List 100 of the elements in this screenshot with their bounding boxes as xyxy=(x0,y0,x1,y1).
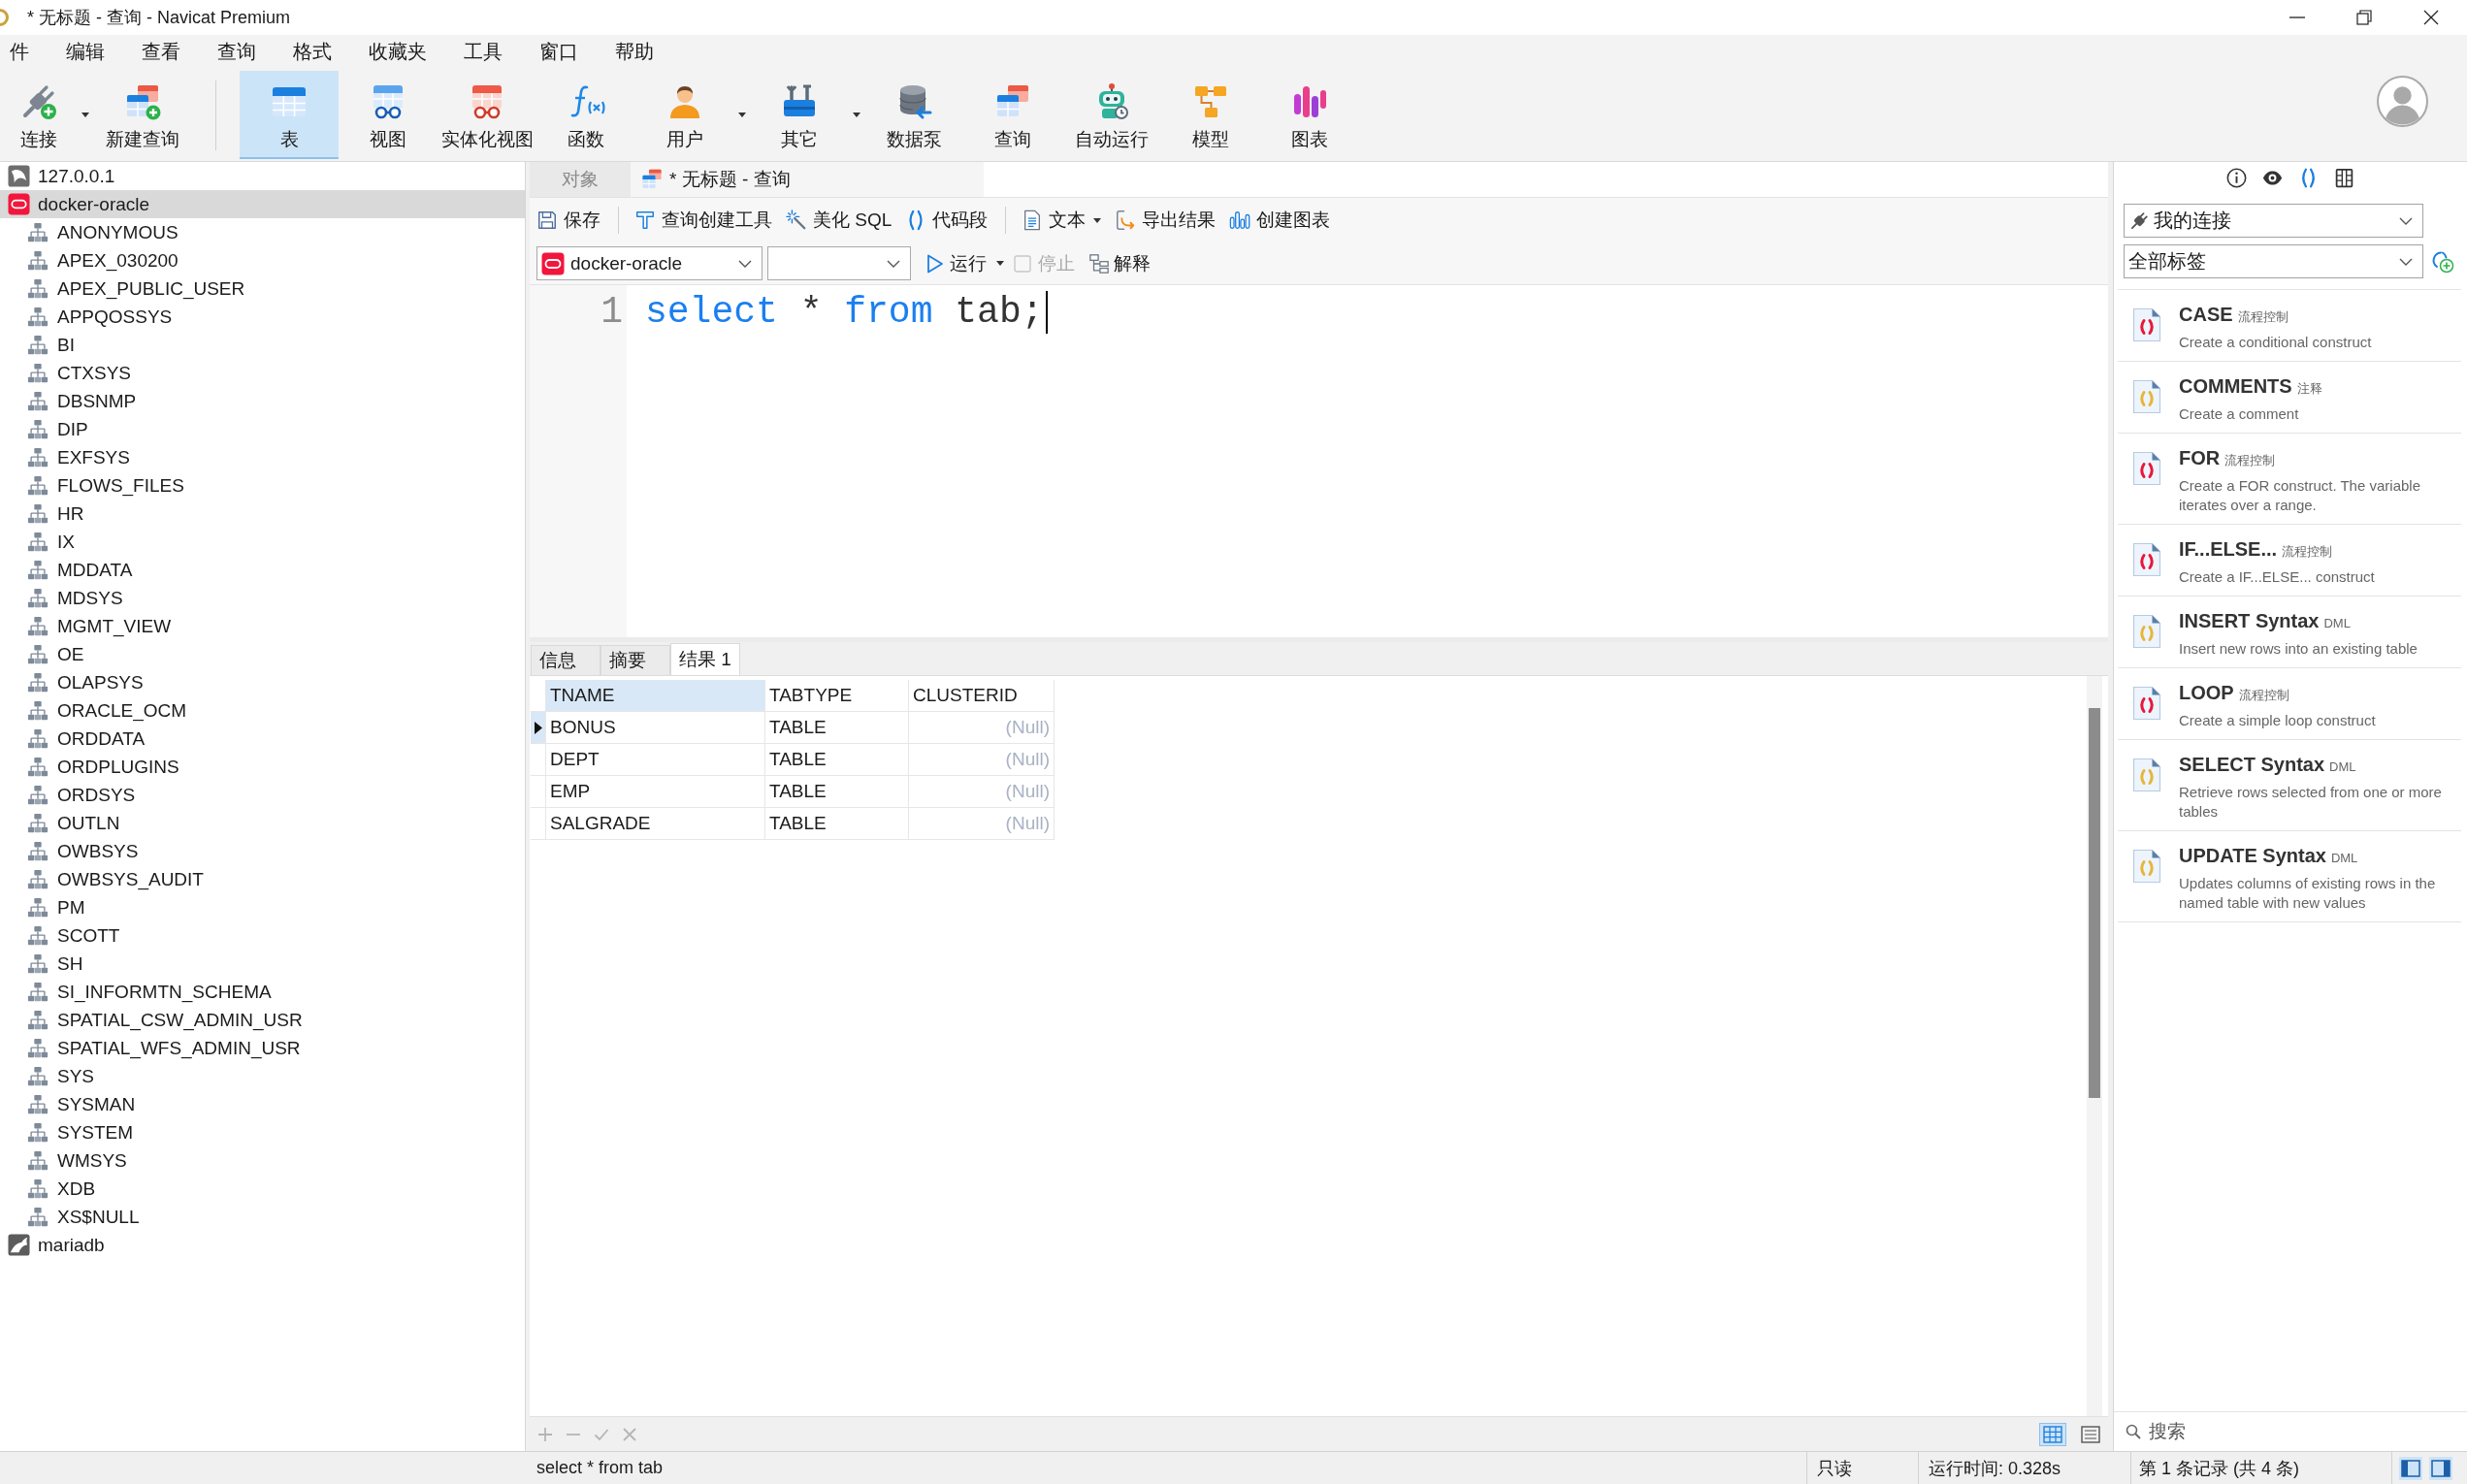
tree-item[interactable]: ORDDATA xyxy=(0,725,155,753)
tree-item[interactable]: SYSMAN xyxy=(0,1090,146,1118)
snippet-title[interactable]: COMMENTS xyxy=(2179,373,2292,399)
toolbar-button[interactable]: 表 xyxy=(240,71,339,159)
tree-item[interactable]: APEX_030200 xyxy=(0,246,188,274)
toolbar-button[interactable]: 用户 xyxy=(635,71,734,159)
tree-item[interactable]: SI_INFORMTN_SCHEMA xyxy=(0,978,281,1006)
connection-dropdown[interactable]: docker-oracle xyxy=(536,246,763,280)
editor-tab[interactable]: * 无标题 - 查询 xyxy=(631,162,984,197)
run-button[interactable]: 运行 xyxy=(926,250,987,276)
menu-item[interactable]: 查询 xyxy=(217,39,256,65)
menu-item[interactable]: 收藏夹 xyxy=(369,39,427,65)
toolbar-button[interactable]: 创建图表 xyxy=(1229,208,1331,233)
tree-item[interactable]: SYS xyxy=(0,1062,105,1090)
tree-item[interactable]: OUTLN xyxy=(0,809,130,837)
menu-item[interactable]: 帮助 xyxy=(615,39,654,65)
schema-dropdown[interactable] xyxy=(767,246,911,280)
tree-item[interactable]: DBSNMP xyxy=(0,387,146,415)
result-tab[interactable]: 结果 1 xyxy=(670,643,740,675)
toolbar-button[interactable]: 新建查询 xyxy=(93,71,192,159)
toolbar-button[interactable]: 查询创建工具 xyxy=(634,208,772,233)
snippet-title[interactable]: FOR xyxy=(2179,445,2221,470)
toolbar-button[interactable]: 实体化视图 xyxy=(438,71,536,159)
connection-filter-dropdown[interactable]: 我的连接 xyxy=(2124,204,2423,238)
tree-item[interactable]: XDB xyxy=(0,1175,106,1203)
tree-item[interactable]: mariadb xyxy=(0,1231,114,1259)
toolbar-button[interactable]: 美化 SQL xyxy=(786,208,893,233)
tree-item[interactable]: BI xyxy=(0,331,84,359)
panel-left-icon[interactable] xyxy=(2399,1456,2422,1480)
snippet-title[interactable]: SELECT Syntax xyxy=(2179,752,2325,777)
tree-item[interactable]: SCOTT xyxy=(0,921,130,950)
toolbar-button[interactable]: 代码段 xyxy=(905,208,989,233)
close-icon[interactable] xyxy=(2423,10,2439,25)
explain-button[interactable]: 解释 xyxy=(1088,250,1151,276)
tree-item[interactable]: ANONYMOUS xyxy=(0,218,188,246)
snippet-title[interactable]: INSERT Syntax xyxy=(2179,608,2320,633)
column-header[interactable]: CLUSTERID xyxy=(909,680,1055,712)
tree-item[interactable]: OWBSYS_AUDIT xyxy=(0,865,213,893)
tree-item[interactable]: IX xyxy=(0,528,84,556)
tree-item[interactable]: ORDPLUGINS xyxy=(0,753,189,781)
tree-item[interactable]: ORDSYS xyxy=(0,781,146,809)
snippet-title[interactable]: IF...ELSE... xyxy=(2179,536,2278,562)
row-indicator[interactable] xyxy=(531,712,546,744)
toolbar-button[interactable]: 自动运行 xyxy=(1062,71,1161,159)
tree-item[interactable]: WMSYS xyxy=(0,1146,137,1175)
columns-icon[interactable] xyxy=(2334,167,2354,188)
user-avatar[interactable] xyxy=(2377,76,2428,127)
tree-item[interactable]: OE xyxy=(0,640,94,668)
info-icon[interactable] xyxy=(2226,167,2247,188)
menu-item[interactable]: 查看 xyxy=(142,39,180,65)
tree-item[interactable]: SYSTEM xyxy=(0,1118,144,1146)
tree-item[interactable]: MDSYS xyxy=(0,584,133,612)
toolbar-button[interactable]: 保存 xyxy=(536,208,601,233)
caret-icon[interactable] xyxy=(81,113,89,117)
tree-item[interactable]: APPQOSSYS xyxy=(0,303,182,331)
tree-item[interactable]: SPATIAL_WFS_ADMIN_USR xyxy=(0,1034,310,1062)
tree-item[interactable]: SH xyxy=(0,950,93,978)
sql-editor[interactable]: 1 select * from tab; xyxy=(530,284,2108,637)
tree-item[interactable]: OLAPSYS xyxy=(0,668,153,696)
tree-item[interactable]: EXFSYS xyxy=(0,443,140,471)
column-header[interactable]: TABTYPE xyxy=(765,680,909,712)
toolbar-button[interactable]: 函数 xyxy=(536,71,635,159)
tree-item[interactable]: PM xyxy=(0,893,95,921)
tree-item[interactable]: FLOWS_FILES xyxy=(0,471,194,500)
snippet-title[interactable]: CASE xyxy=(2179,302,2233,327)
tree-item[interactable]: SPATIAL_CSW_ADMIN_USR xyxy=(0,1006,312,1034)
tag-filter-dropdown[interactable]: 全部标签 xyxy=(2124,244,2423,278)
toolbar-button[interactable]: 图表 xyxy=(1260,71,1359,159)
menu-item[interactable]: 格式 xyxy=(293,39,332,65)
form-view-icon[interactable] xyxy=(2078,1423,2103,1445)
tree-item[interactable]: OWBSYS xyxy=(0,837,148,865)
tree-item[interactable]: DIP xyxy=(0,415,98,443)
toolbar-button[interactable]: 连接 xyxy=(0,71,78,159)
menu-item[interactable]: 窗口 xyxy=(539,39,578,65)
column-header[interactable]: TNAME xyxy=(546,680,765,712)
tree-item[interactable]: MGMT_VIEW xyxy=(0,612,181,640)
snippet-title[interactable]: UPDATE Syntax xyxy=(2179,843,2326,868)
toolbar-button[interactable]: 导出结果 xyxy=(1115,208,1217,233)
caret-icon[interactable] xyxy=(853,113,860,117)
toolbar-button[interactable]: 模型 xyxy=(1161,71,1260,159)
tree-item[interactable]: docker-oracle xyxy=(0,190,525,218)
menu-item[interactable]: 编辑 xyxy=(66,39,105,65)
panel-right-icon[interactable] xyxy=(2429,1456,2452,1480)
grid-view-icon[interactable] xyxy=(2040,1423,2065,1445)
toolbar-button[interactable]: 其它 xyxy=(750,71,849,159)
scrollbar-thumb[interactable] xyxy=(2089,708,2100,1098)
menu-item[interactable]: 工具 xyxy=(464,39,503,65)
tree-item[interactable]: APEX_PUBLIC_USER xyxy=(0,274,255,303)
menu-item[interactable]: 件 xyxy=(10,39,29,65)
result-tab[interactable]: 摘要 xyxy=(601,645,670,675)
toolbar-button[interactable]: 数据泵 xyxy=(864,71,963,159)
tree-item[interactable]: XS$NULL xyxy=(0,1203,149,1231)
tree-item[interactable]: ORACLE_OCM xyxy=(0,696,197,725)
caret-icon[interactable] xyxy=(738,113,746,117)
toolbar-button[interactable]: 查询 xyxy=(963,71,1062,159)
tree-item[interactable]: HR xyxy=(0,500,94,528)
caret-icon[interactable] xyxy=(996,261,1004,266)
result-tab[interactable]: 信息 xyxy=(531,645,601,675)
tree-item[interactable]: CTXSYS xyxy=(0,359,142,387)
tree-item[interactable]: 127.0.0.1 xyxy=(0,162,125,190)
